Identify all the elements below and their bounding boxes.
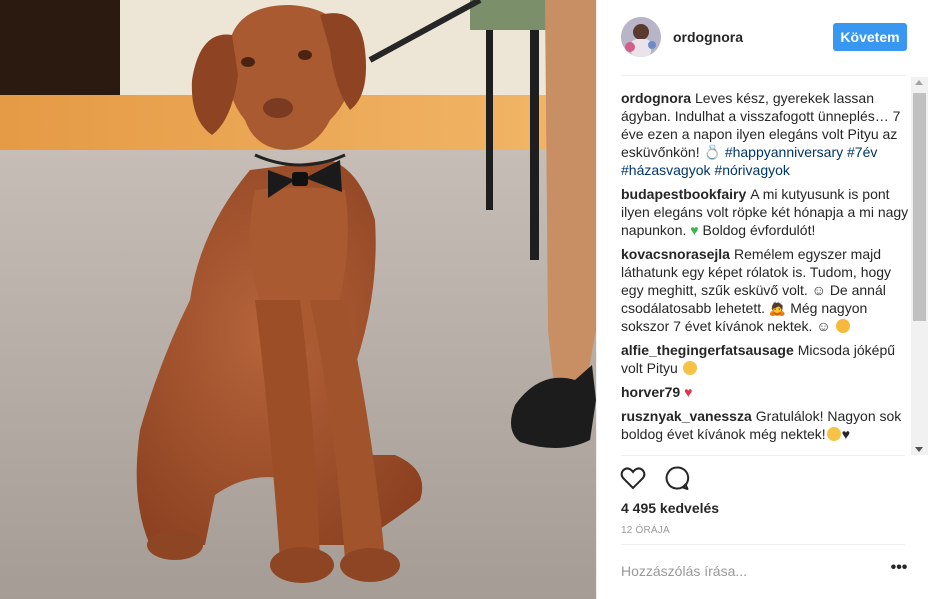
avatar[interactable]: [621, 17, 661, 57]
comments-scrollbar[interactable]: [911, 77, 928, 455]
rings-emoji-icon: 💍: [703, 144, 721, 160]
green-heart-icon: ♥: [690, 222, 699, 238]
caption: ordognora Leves kész, gyerekek lassan ágy…: [621, 89, 913, 179]
comment-item: alfie_thegingerfatsausage Micsoda jóképű …: [621, 341, 913, 377]
comment-author[interactable]: rusznyak_vanessza: [621, 408, 752, 424]
comment-author[interactable]: horver79: [621, 384, 680, 400]
caption-author[interactable]: ordognora: [621, 90, 691, 106]
scroll-up-arrow-icon[interactable]: [915, 80, 923, 85]
speech-bubble-icon[interactable]: [663, 464, 691, 492]
comment-text-after: Boldog évfordulót!: [698, 222, 816, 238]
black-heart-icon: ♥: [841, 426, 850, 442]
post-actions: [619, 464, 703, 492]
follow-button[interactable]: Követem: [833, 23, 907, 51]
scroll-down-arrow-icon[interactable]: [915, 447, 923, 452]
winking-kiss-icon: [835, 319, 850, 333]
heart-outline-icon[interactable]: [619, 464, 647, 492]
actions-divider: [621, 455, 905, 456]
hashtag-link[interactable]: #nórivagyok: [714, 162, 790, 178]
comment-author[interactable]: budapestbookfairy: [621, 186, 746, 202]
add-comment-input[interactable]: [621, 558, 871, 584]
comment-author[interactable]: kovacsnorasejla: [621, 246, 730, 262]
comment-item: horver79 ♥: [621, 383, 913, 401]
comment-item: budapestbookfairy A mi kutyusunk is pont …: [621, 185, 913, 239]
hashtag-link[interactable]: #házasvagyok: [621, 162, 711, 178]
post-time[interactable]: 12 ÓRÁJA: [621, 525, 670, 536]
post-header: ordognora Követem: [597, 0, 929, 76]
comment-divider: [621, 544, 905, 545]
hashtag-link[interactable]: #7év: [847, 144, 877, 160]
header-divider: [621, 75, 906, 76]
hugging-face-icon: [682, 361, 697, 375]
smiling-face-icon: [826, 427, 841, 441]
more-dots-icon[interactable]: •••: [887, 560, 911, 580]
likes-count[interactable]: 4 495 kedvelés: [621, 500, 719, 516]
avatar-image: [621, 17, 661, 57]
hashtag-link[interactable]: #happyanniversary: [725, 144, 843, 160]
comment-item: rusznyak_vanessza Gratulálok! Nagyon sok …: [621, 407, 913, 443]
comment-item: kovacsnorasejla Remélem egyszer majd láth…: [621, 245, 913, 335]
post-side-panel: ordognora Követem ordognora Leves kész, g…: [596, 0, 929, 599]
comments-list[interactable]: ordognora Leves kész, gyerekek lassan ágy…: [597, 77, 929, 455]
comment-author[interactable]: alfie_thegingerfatsausage: [621, 342, 794, 358]
scroll-thumb[interactable]: [913, 93, 926, 321]
person-bowing-icon: 🙇: [768, 300, 787, 316]
dog-photo-illustration: [0, 0, 596, 599]
red-heart-icon: ♥: [684, 384, 693, 400]
post-photo[interactable]: [0, 0, 596, 599]
post-username[interactable]: ordognora: [673, 29, 743, 45]
